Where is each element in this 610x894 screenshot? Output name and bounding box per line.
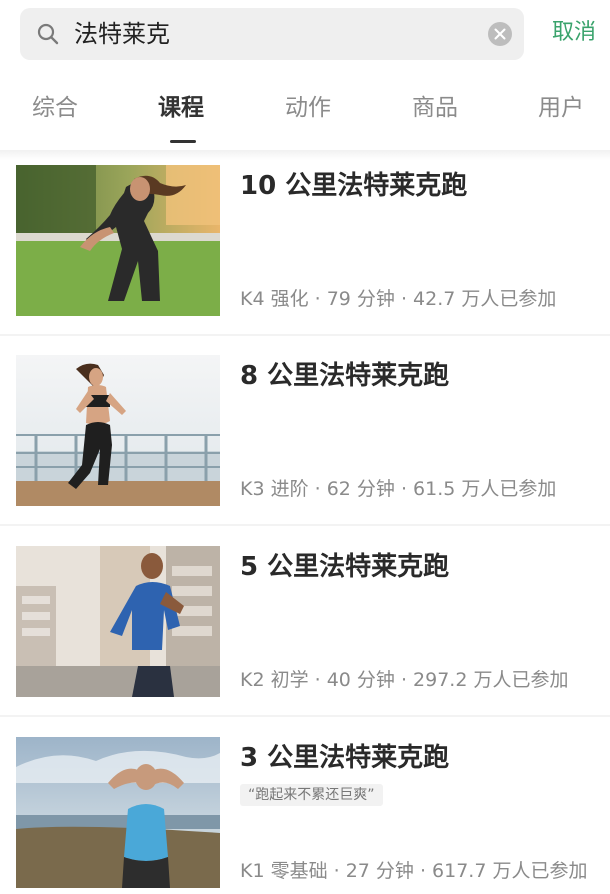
search-icon	[36, 22, 60, 46]
course-meta: K2 初学 · 40 分钟 · 297.2 万人已参加	[240, 669, 569, 691]
divider	[0, 150, 610, 160]
course-meta: K3 进阶 · 62 分钟 · 61.5 万人已参加	[240, 478, 557, 500]
course-meta: K4 强化 · 79 分钟 · 42.7 万人已参加	[240, 288, 557, 310]
course-title: 10 公里法特莱克跑	[240, 171, 468, 201]
course-thumbnail	[16, 165, 220, 316]
course-item[interactable]: 8 公里法特莱克跑 K3 进阶 · 62 分钟 · 61.5 万人已参加	[0, 350, 610, 540]
course-item[interactable]: 10 公里法特莱克跑 K4 强化 · 79 分钟 · 42.7 万人已参加	[0, 160, 610, 350]
tab-overall[interactable]: 综合	[32, 92, 78, 124]
divider	[0, 524, 610, 526]
course-item[interactable]: 3 公里法特莱克跑 “跑起来不累还巨爽” K1 零基础 · 27 分钟 · 61…	[0, 732, 610, 894]
divider	[0, 715, 610, 717]
course-item[interactable]: 5 公里法特莱克跑 K2 初学 · 40 分钟 · 297.2 万人已参加	[0, 541, 610, 731]
search-query: 法特莱克	[74, 20, 170, 48]
tab-courses[interactable]: 课程	[158, 92, 204, 124]
course-title: 5 公里法特莱克跑	[240, 552, 450, 582]
tab-exercises[interactable]: 动作	[285, 92, 331, 124]
tab-bar: 综合 课程 动作 商品 用户	[0, 72, 610, 150]
tab-products[interactable]: 商品	[412, 92, 458, 124]
cancel-button[interactable]: 取消	[552, 17, 596, 49]
course-thumbnail	[16, 355, 220, 506]
course-thumbnail	[16, 737, 220, 888]
search-header: 法特莱克 取消	[0, 0, 610, 72]
course-thumbnail	[16, 546, 220, 697]
course-meta: K1 零基础 · 27 分钟 · 617.7 万人已参加	[240, 860, 588, 882]
clear-icon[interactable]	[488, 22, 512, 46]
course-tag: “跑起来不累还巨爽”	[240, 784, 383, 806]
search-input[interactable]: 法特莱克	[20, 8, 524, 60]
divider	[0, 334, 610, 336]
course-title: 8 公里法特莱克跑	[240, 361, 450, 391]
active-tab-indicator	[170, 140, 196, 143]
course-title: 3 公里法特莱克跑	[240, 743, 450, 773]
tab-users[interactable]: 用户	[538, 92, 584, 124]
